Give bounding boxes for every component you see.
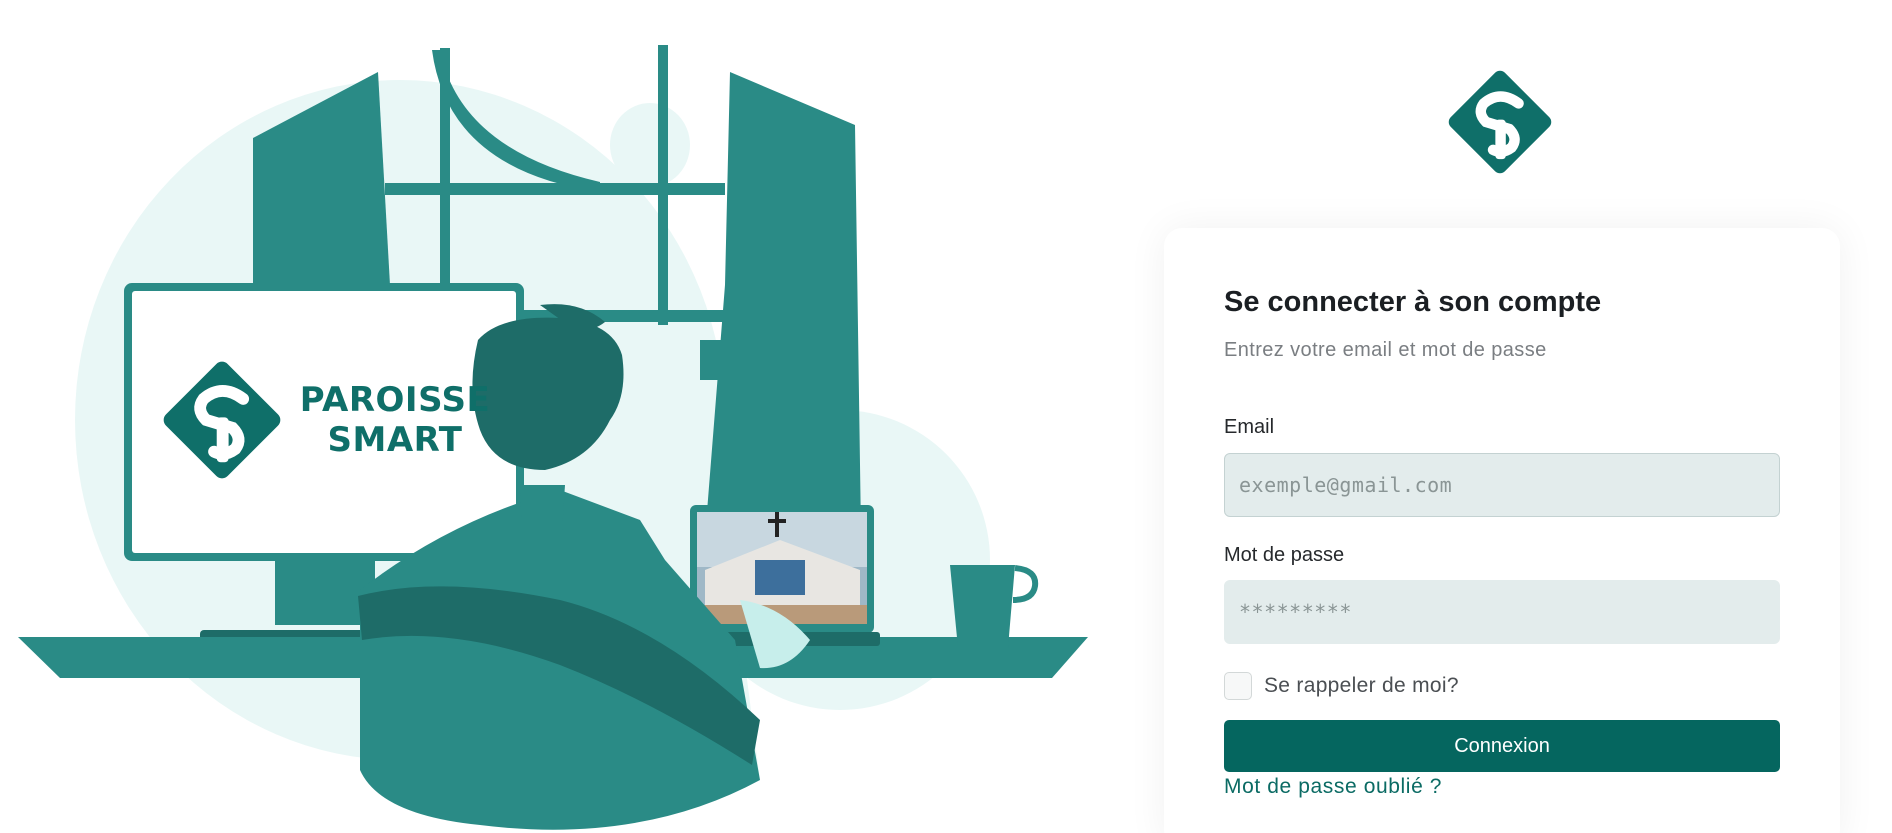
paroisse-smart-logo-icon <box>163 361 281 478</box>
hero-illustration: PAROISSE SMART <box>0 0 1120 833</box>
remember-me-label[interactable]: Se rappeler de moi? <box>1264 674 1459 698</box>
login-title: Se connecter à son compte <box>1224 286 1602 318</box>
login-subtitle: Entrez votre email et mot de passe <box>1224 339 1547 361</box>
brand-line-2: SMART <box>327 419 463 460</box>
monitor-brand: PAROISSE SMART <box>128 287 518 552</box>
email-field[interactable] <box>1224 453 1780 517</box>
password-field[interactable] <box>1224 580 1780 644</box>
remember-me-checkbox[interactable] <box>1224 672 1252 700</box>
forgot-password-link[interactable]: Mot de passe oublié ? <box>1224 775 1442 799</box>
login-page: PAROISSE SMART Se connecter à son compte… <box>0 0 1892 833</box>
password-label: Mot de passe <box>1224 544 1345 566</box>
brand-line-1: PAROISSE <box>299 379 491 420</box>
login-card: Se connecter à son compte Entrez votre e… <box>1164 228 1840 833</box>
login-button[interactable]: Connexion <box>1224 720 1780 772</box>
brand-wordmark: PAROISSE SMART <box>300 380 491 460</box>
remember-me-row: Se rappeler de moi? <box>1224 672 1459 700</box>
email-label: Email <box>1224 416 1275 438</box>
app-logo-icon <box>1448 70 1552 174</box>
